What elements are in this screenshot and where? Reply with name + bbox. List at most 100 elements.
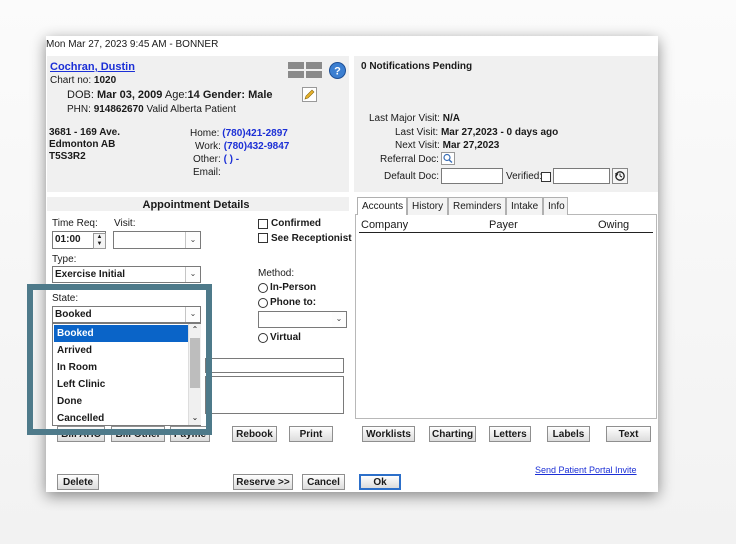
work-phone-row: Work: (780)432-9847 — [195, 141, 289, 152]
time-req-stepper[interactable]: 01:00 ▲ ▼ — [52, 231, 106, 249]
rebook-button[interactable]: Rebook — [232, 426, 277, 442]
see-receptionist-label: See Receptionist — [271, 233, 352, 244]
tab-info[interactable]: Info — [543, 197, 568, 215]
spinner-arrows-icon[interactable]: ▲ ▼ — [93, 233, 106, 249]
help-icon[interactable]: ? — [329, 62, 346, 79]
chevron-down-icon: ⌄ — [332, 312, 346, 327]
virtual-label: Virtual — [270, 332, 301, 343]
verified-checkbox[interactable] — [541, 172, 551, 182]
dob-label: DOB: — [67, 89, 94, 101]
time-req-value: 01:00 — [55, 234, 81, 245]
gender-label: Gender: — [202, 89, 245, 101]
method-label: Method: — [258, 268, 295, 279]
phn-value: 914862670 — [93, 104, 144, 115]
type-select[interactable]: Exercise Initial ⌄ — [52, 266, 201, 283]
comments-textarea[interactable] — [205, 376, 344, 414]
charting-button[interactable]: Charting — [429, 426, 476, 442]
ok-button[interactable]: Ok — [359, 474, 401, 490]
state-highlight-frame — [27, 284, 212, 435]
send-portal-invite-link[interactable]: Send Patient Portal Invite — [535, 465, 637, 475]
chevron-down-icon: ⌄ — [185, 267, 200, 282]
chart-no: 1020 — [93, 75, 117, 86]
home-phone-row: Home: (780)421-2897 — [190, 128, 288, 139]
referral-search-icon[interactable] — [441, 152, 455, 165]
age-value: 14 — [187, 89, 200, 101]
notes-input[interactable] — [205, 358, 344, 373]
history-refresh-icon[interactable] — [612, 168, 628, 184]
phone-to-radio[interactable] — [258, 298, 268, 308]
cancel-button[interactable]: Cancel — [302, 474, 345, 490]
referral-doc-label: Referral Doc: — [380, 154, 439, 165]
in-person-radio[interactable] — [258, 283, 268, 293]
last-visit-row: Last Visit: Mar 27,2023 - 0 days ago — [395, 127, 558, 138]
notifications-pending[interactable]: 0 Notifications Pending — [361, 61, 472, 72]
patient-name-link[interactable]: Cochran, Dustin — [50, 61, 135, 73]
edit-pencil-icon[interactable] — [302, 87, 317, 102]
work-phone[interactable]: (780)432-9847 — [224, 141, 290, 152]
chart-no-row: Chart no: 1020 — [50, 75, 116, 86]
letters-button[interactable]: Letters — [489, 426, 531, 442]
chevron-down-icon: ⌄ — [185, 232, 200, 248]
next-visit-label: Next Visit: — [395, 140, 440, 151]
tab-reminders[interactable]: Reminders — [448, 197, 506, 215]
default-doc-input[interactable] — [441, 168, 503, 184]
other-label: Other: — [193, 154, 221, 165]
last-visit-label: Last Visit: — [395, 127, 439, 138]
chart-label: Chart no: — [50, 75, 92, 86]
dob-row: DOB: Mar 03, 2009 Age:14 Gender: Male — [67, 89, 273, 101]
delete-button[interactable]: Delete — [57, 474, 99, 490]
type-label: Type: — [52, 254, 77, 265]
age-label: Age: — [164, 89, 188, 101]
see-receptionist-checkbox[interactable] — [258, 233, 268, 243]
column-payer: Payer — [489, 219, 518, 231]
work-label: Work: — [195, 141, 221, 152]
table-header-divider — [359, 232, 653, 233]
in-person-label: In-Person — [270, 282, 317, 293]
last-major-visit-row: Last Major Visit: N/A — [369, 113, 460, 124]
time-req-label: Time Req: — [52, 218, 98, 229]
tab-history[interactable]: History — [407, 197, 448, 215]
confirmed-label: Confirmed — [271, 218, 321, 229]
header-datetime: Mon Mar 27, 2023 9:45 AM - BONNER — [46, 39, 219, 50]
other-phone-row: Other: ( ) - — [193, 154, 239, 165]
last-major-label: Last Major Visit: — [369, 113, 440, 124]
home-phone[interactable]: (780)421-2897 — [222, 128, 288, 139]
appointment-details-title: Appointment Details — [142, 199, 250, 211]
visit-select[interactable]: ⌄ — [113, 231, 201, 249]
virtual-radio[interactable] — [258, 333, 268, 343]
worklists-button[interactable]: Worklists — [362, 426, 415, 442]
address-line1: 3681 - 169 Ave. — [49, 127, 120, 138]
reserve-button[interactable]: Reserve >> — [233, 474, 293, 490]
phn-status: Valid Alberta Patient — [146, 104, 236, 115]
accounts-panel — [355, 214, 657, 419]
dob-value: Mar 03, 2009 — [96, 89, 163, 101]
postal-code: T5S3R2 — [49, 151, 86, 162]
phone-to-select[interactable]: ⌄ — [258, 311, 347, 328]
gender-value: Male — [248, 89, 273, 101]
labels-button[interactable]: Labels — [547, 426, 590, 442]
type-value: Exercise Initial — [55, 269, 126, 280]
home-label: Home: — [190, 128, 220, 139]
tab-accounts[interactable]: Accounts — [357, 197, 407, 215]
column-company: Company — [361, 219, 409, 231]
column-owing: Owing — [598, 219, 630, 231]
other-phone[interactable]: ( ) - — [224, 154, 240, 165]
confirmed-checkbox[interactable] — [258, 219, 268, 229]
visit-label: Visit: — [114, 218, 136, 229]
tab-intake[interactable]: Intake — [506, 197, 543, 215]
verified-input[interactable] — [553, 168, 610, 184]
last-major-value: N/A — [442, 113, 460, 124]
phn-row: PHN: 914862670 Valid Alberta Patient — [67, 104, 236, 115]
layout-grid-icon[interactable] — [288, 62, 322, 78]
last-visit-value: Mar 27,2023 - 0 days ago — [440, 127, 559, 138]
print-button[interactable]: Print — [289, 426, 333, 442]
phone-to-label: Phone to: — [270, 297, 317, 308]
verified-label: Verified: — [506, 171, 543, 182]
email-label: Email: — [193, 167, 221, 178]
phn-label: PHN: — [67, 104, 91, 115]
text-button[interactable]: Text — [606, 426, 651, 442]
next-visit-value: Mar 27,2023 — [442, 140, 500, 151]
svg-text:?: ? — [334, 66, 341, 78]
default-doc-label: Default Doc: — [384, 171, 440, 182]
address-line2: Edmonton AB — [49, 139, 116, 150]
